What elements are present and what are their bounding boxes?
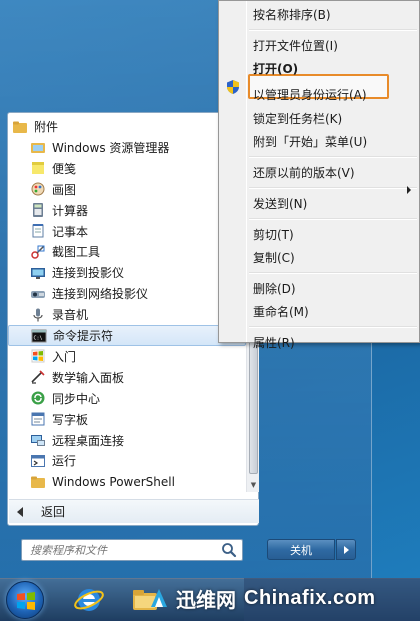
- shutdown-button[interactable]: 关机: [267, 539, 335, 560]
- windows-logo-icon: [17, 592, 35, 610]
- sticky-notes-icon: [30, 160, 46, 176]
- program-item[interactable]: 远程桌面连接: [8, 430, 246, 451]
- program-label: Windows PowerShell: [52, 474, 175, 489]
- program-label: 数学输入面板: [52, 370, 125, 385]
- menu-item[interactable]: 发送到(N): [253, 193, 307, 213]
- menu-separator: [249, 156, 417, 158]
- program-label: 画图: [52, 182, 77, 197]
- program-item[interactable]: 计算器: [8, 200, 246, 221]
- search-box[interactable]: [21, 539, 243, 561]
- search-icon[interactable]: [220, 541, 238, 559]
- program-item[interactable]: 录音机: [8, 304, 246, 325]
- menu-item[interactable]: 剪切(T): [253, 224, 294, 244]
- program-item[interactable]: C:\ 命令提示符: [8, 325, 246, 346]
- program-label: 写字板: [52, 412, 89, 427]
- menu-gutter: [246, 1, 247, 342]
- command-prompt-icon: C:\: [31, 328, 47, 344]
- program-label: 录音机: [52, 308, 89, 323]
- menu-item[interactable]: 还原以前的版本(V): [253, 162, 355, 182]
- getting-started-icon: [30, 348, 46, 364]
- sound-recorder-icon: [30, 307, 46, 323]
- program-label: 截图工具: [52, 245, 101, 260]
- menu-separator: [249, 326, 417, 328]
- program-item[interactable]: 便笺: [8, 158, 246, 179]
- menu-item[interactable]: 重命名(M): [253, 301, 309, 321]
- program-item[interactable]: 运行: [8, 450, 246, 471]
- program-item[interactable]: 画图: [8, 179, 246, 200]
- site-logo-icon: [151, 588, 167, 607]
- watermark-text-en: Chinafix.com: [244, 587, 376, 609]
- menu-item[interactable]: 复制(C): [253, 247, 295, 267]
- network-projector-icon: [30, 286, 46, 302]
- search-input[interactable]: [22, 543, 220, 557]
- notepad-icon: [30, 223, 46, 239]
- chevron-right-icon: [343, 545, 349, 554]
- menu-item[interactable]: 属性(R): [253, 332, 295, 352]
- shutdown-options-button[interactable]: [336, 539, 356, 560]
- program-label: 远程桌面连接: [52, 433, 125, 448]
- program-label: 记事本: [52, 224, 89, 239]
- menu-item[interactable]: 删除(D): [253, 278, 296, 298]
- program-label: Windows 资源管理器: [52, 140, 170, 155]
- program-label: 附件: [34, 120, 59, 134]
- menu-separator: [249, 29, 417, 31]
- program-item[interactable]: 入门: [8, 346, 246, 367]
- submenu-arrow-icon: [407, 186, 411, 194]
- back-button[interactable]: 返回: [9, 499, 259, 523]
- projector-icon: [30, 265, 46, 281]
- folder-icon: [12, 119, 28, 135]
- menu-item[interactable]: 锁定到任务栏(K): [253, 108, 342, 128]
- snipping-tool-icon: [30, 244, 46, 260]
- explorer-icon: [30, 139, 46, 155]
- folder-icon: [30, 474, 46, 490]
- program-label: 连接到投影仪: [52, 266, 125, 281]
- program-label: 运行: [52, 454, 77, 469]
- program-item[interactable]: 截图工具: [8, 241, 246, 262]
- program-item[interactable]: Windows 资源管理器: [8, 137, 246, 158]
- program-label: 连接到网络投影仪: [52, 287, 149, 302]
- program-item[interactable]: 数学输入面板: [8, 367, 246, 388]
- remote-desktop-icon: [30, 432, 46, 448]
- menu-item[interactable]: 按名称排序(B): [253, 4, 331, 24]
- menu-item[interactable]: 打开(O): [253, 58, 298, 78]
- back-label: 返回: [41, 505, 66, 519]
- scroll-down-button[interactable]: ▼: [247, 478, 260, 492]
- wordpad-icon: [30, 411, 46, 427]
- uac-shield-icon: [227, 80, 239, 94]
- svg-text:C:\: C:\: [34, 335, 43, 341]
- menu-separator: [249, 218, 417, 220]
- program-item[interactable]: 连接到网络投影仪: [8, 283, 246, 304]
- program-item[interactable]: 记事本: [8, 221, 246, 242]
- start-button[interactable]: [6, 581, 44, 619]
- paint-icon: [30, 181, 46, 197]
- program-label: 计算器: [52, 203, 89, 218]
- menu-item[interactable]: 打开文件位置(I): [253, 35, 338, 55]
- math-input-icon: [30, 369, 46, 385]
- program-label: 同步中心: [52, 391, 101, 406]
- program-item[interactable]: Windows PowerShell: [8, 471, 246, 492]
- watermark-text-cn: 迅维网: [176, 588, 236, 612]
- sync-center-icon: [30, 390, 46, 406]
- program-label: 便笺: [52, 161, 77, 176]
- menu-item[interactable]: 以管理员身份运行(A): [253, 84, 367, 104]
- program-item[interactable]: 同步中心: [8, 388, 246, 409]
- context-menu: 按名称排序(B) 打开文件位置(I) 打开(O) 以管理员身份运行(A) 锁定到任务栏(…: [218, 0, 420, 350]
- internet-explorer-icon[interactable]: [72, 584, 106, 616]
- menu-item[interactable]: 附到「开始」菜单(U): [253, 131, 367, 151]
- run-icon: [30, 453, 46, 469]
- menu-separator: [249, 272, 417, 274]
- program-item[interactable]: 连接到投影仪: [8, 262, 246, 283]
- calculator-icon: [30, 202, 46, 218]
- back-arrow-icon: [17, 506, 23, 517]
- menu-separator: [249, 187, 417, 189]
- watermark: 迅维网 Chinafix.com: [144, 576, 420, 621]
- program-label: 命令提示符: [53, 329, 114, 343]
- program-label: 入门: [52, 349, 77, 364]
- program-item[interactable]: 写字板: [8, 409, 246, 430]
- program-item[interactable]: 附件: [8, 116, 246, 137]
